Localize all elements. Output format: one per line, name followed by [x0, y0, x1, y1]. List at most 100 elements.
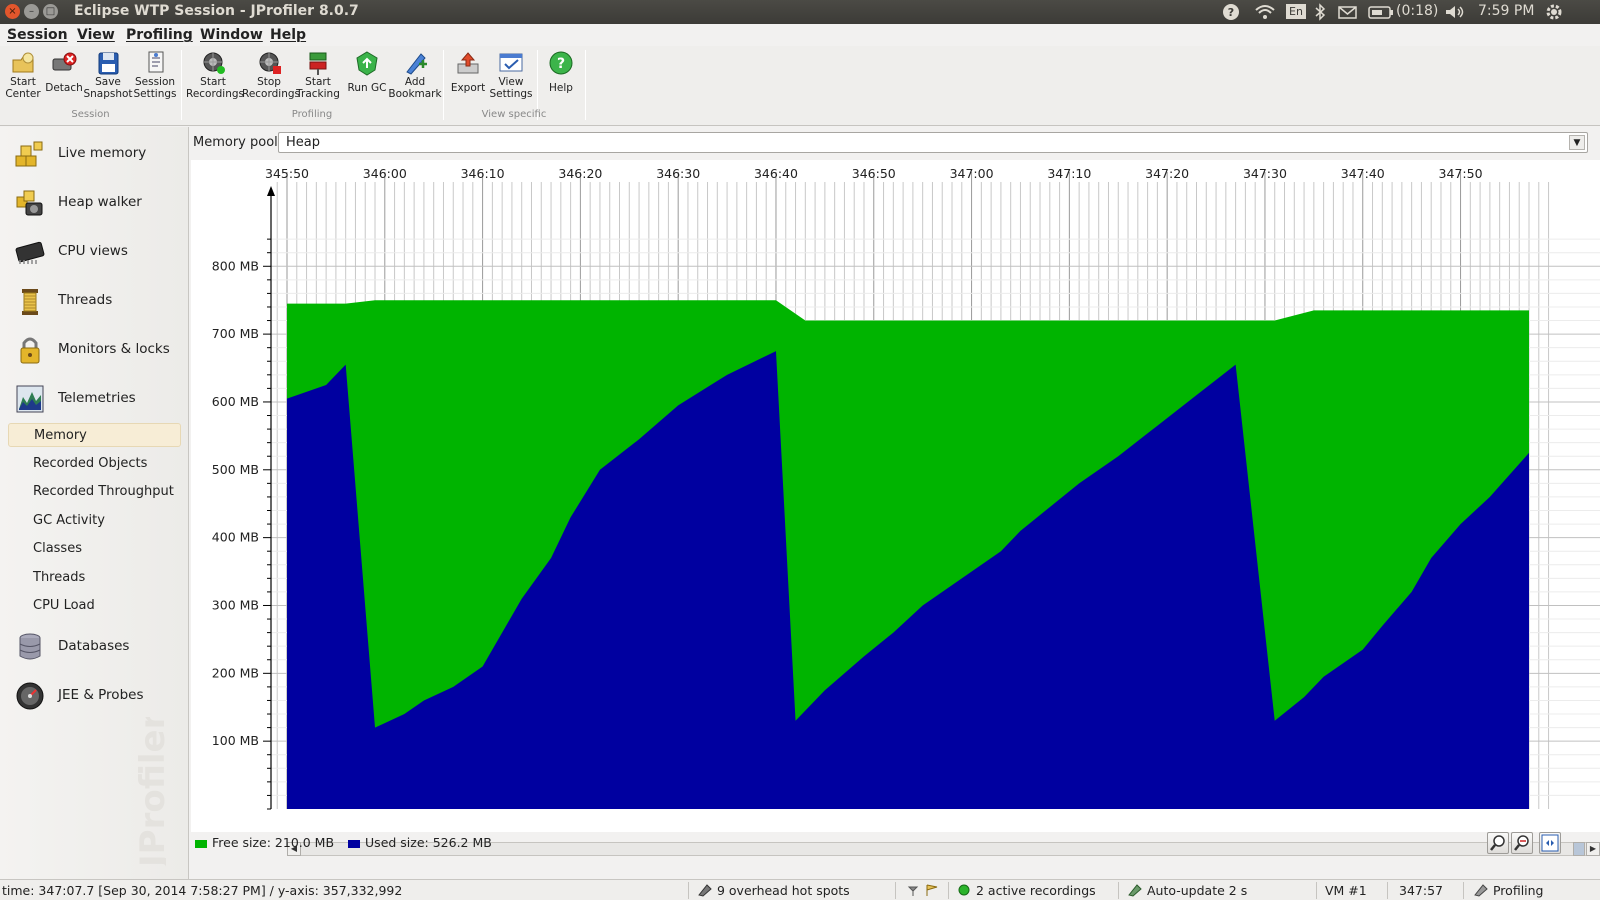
x-tick-label: 346:20	[558, 166, 602, 181]
jprofiler-watermark: JProfiler	[136, 717, 166, 869]
legend-used: Used size: 526.2 MB	[348, 835, 492, 850]
sidebar-item-threads[interactable]: Threads	[10, 279, 185, 323]
sidebar-item-telemetries[interactable]: Telemetries	[10, 377, 185, 421]
zoom-out-icon	[1514, 835, 1529, 851]
clock[interactable]: 7:59 PM	[1478, 3, 1534, 19]
auto-update-status[interactable]: Auto-update 2 s	[1127, 883, 1247, 898]
sidebar-item-recorded-objects[interactable]: Recorded Objects	[8, 452, 181, 476]
svg-text:?: ?	[1228, 6, 1234, 19]
menu-profiling[interactable]: Profiling	[126, 27, 193, 43]
x-tick-label: 347:10	[1047, 166, 1091, 181]
zoom-in-icon	[1490, 835, 1505, 851]
save-snapshot-button[interactable]: Save Snapshot	[81, 48, 135, 108]
status-separator	[1118, 882, 1119, 899]
x-tick-label: 347:20	[1145, 166, 1189, 181]
stop-recordings-button[interactable]: Stop Recordings	[242, 48, 300, 108]
start-tracking-button[interactable]: Start Tracking	[291, 48, 345, 108]
toolbar-group-view-specific: View specific	[481, 109, 547, 120]
keyboard-language-indicator[interactable]: En	[1286, 4, 1306, 19]
maximize-window-button[interactable]: □	[43, 4, 58, 19]
help-button[interactable]: ? Help	[534, 48, 588, 108]
mail-icon[interactable]	[1338, 3, 1358, 25]
sidebar-item-live-memory[interactable]: Live memory	[10, 132, 185, 176]
zoom-out-button[interactable]	[1511, 832, 1533, 854]
start-recordings-button[interactable]: Start Recordings	[186, 48, 244, 108]
legend-free: Free size: 210.0 MB	[195, 835, 334, 850]
close-window-button[interactable]: ×	[5, 4, 20, 19]
battery-icon[interactable]	[1368, 3, 1394, 25]
help-tray-icon[interactable]: ?	[1222, 3, 1240, 25]
minimize-window-button[interactable]: –	[24, 4, 39, 19]
zoom-in-button[interactable]	[1487, 832, 1509, 854]
status-separator	[1387, 882, 1388, 899]
vm-status: VM #1	[1325, 883, 1367, 898]
bookmarks-status-icons[interactable]	[905, 883, 941, 900]
memory-pool-select[interactable]: Heap ▼	[278, 132, 1588, 153]
session-settings-button[interactable]: Session Settings	[128, 48, 182, 108]
add-bookmark-icon	[406, 53, 427, 75]
battery-time: (0:18)	[1396, 3, 1439, 19]
databases-icon	[19, 633, 41, 660]
add-bookmark-button[interactable]: Add Bookmark	[388, 48, 442, 108]
status-separator	[1316, 882, 1317, 899]
run-gc-icon	[356, 51, 378, 76]
scroll-right-button[interactable]: ▶	[1586, 842, 1600, 856]
volume-icon[interactable]	[1444, 3, 1466, 25]
title-bar: × – □ Eclipse WTP Session - JProfiler 8.…	[0, 0, 1600, 24]
sidebar-item-cpu-views[interactable]: CPU views	[10, 230, 185, 274]
fit-to-window-button[interactable]	[1539, 832, 1561, 854]
run-gc-button[interactable]: Run GC	[340, 48, 394, 108]
cpu-views-icon	[15, 241, 45, 264]
system-settings-gear-icon[interactable]	[1544, 3, 1564, 25]
menu-window[interactable]: Window	[200, 27, 263, 43]
fit-to-window-icon	[1541, 834, 1559, 852]
sidebar-item-classes[interactable]: Classes	[8, 537, 181, 561]
overhead-hotspots-status[interactable]: 9 overhead hot spots	[697, 883, 850, 898]
sidebar-item-heap-walker[interactable]: Heap walker	[10, 181, 185, 225]
view-settings-icon	[499, 53, 523, 72]
menu-session[interactable]: Session	[7, 27, 68, 43]
wifi-icon[interactable]	[1254, 3, 1276, 25]
start-center-icon	[12, 52, 34, 73]
y-tick-label: 400 MB	[212, 530, 259, 545]
toolbar-separator	[585, 50, 586, 120]
legend-used-swatch	[348, 839, 361, 848]
sidebar-item-recorded-throughput[interactable]: Recorded Throughput	[8, 480, 181, 504]
status-separator	[895, 882, 896, 899]
menu-view[interactable]: View	[77, 27, 115, 43]
chart-areas	[287, 300, 1529, 809]
save-snapshot-icon	[98, 52, 119, 75]
recording-indicator-icon	[958, 884, 970, 896]
stop-recordings-icon	[259, 52, 281, 74]
toolbar: Start Center Detach Save Snapshot Sessio…	[0, 46, 1600, 126]
sidebar-item-monitors-locks[interactable]: Monitors & locks	[10, 328, 185, 372]
sidebar-item-cpu-load[interactable]: CPU Load	[8, 594, 181, 618]
svg-text:?: ?	[557, 56, 565, 72]
sidebar-item-jee-probes[interactable]: JEE & Probes	[10, 674, 185, 718]
sidebar-item-memory[interactable]: Memory	[8, 423, 181, 447]
heap-walker-icon	[16, 190, 43, 216]
menu-help[interactable]: Help	[270, 27, 306, 43]
profiling-mode-status[interactable]: Profiling	[1473, 883, 1544, 898]
chart-legend: Free size: 210.0 MB Used size: 526.2 MB	[195, 835, 502, 850]
y-tick-label: 700 MB	[212, 326, 259, 341]
scroll-thumb[interactable]	[1573, 842, 1585, 856]
view-settings-button[interactable]: View Settings	[484, 48, 538, 108]
memory-chart[interactable]: 345:50 346:00 346:10 346:20 346:30 346:40 346:…	[191, 160, 1600, 856]
monitors-locks-icon	[20, 337, 40, 364]
y-tick-label: 100 MB	[212, 733, 259, 748]
sidebar-item-databases[interactable]: Databases	[10, 625, 185, 669]
detach-icon	[52, 52, 77, 71]
chevron-down-icon[interactable]: ▼	[1569, 135, 1585, 150]
active-recordings-status[interactable]: 2 active recordings	[958, 883, 1096, 898]
memory-pool-label: Memory pool:	[193, 135, 283, 150]
bluetooth-icon[interactable]	[1314, 3, 1326, 25]
sidebar-item-threads-telemetry[interactable]: Threads	[8, 566, 181, 590]
threads-icon	[22, 289, 38, 315]
sidebar-item-gc-activity[interactable]: GC Activity	[8, 509, 181, 533]
status-separator	[1463, 882, 1464, 899]
x-tick-label: 347:30	[1243, 166, 1287, 181]
profiling-mode-icon	[1474, 884, 1488, 897]
sidebar: Live memory Heap walker CPU views Thread…	[0, 127, 189, 879]
status-separator	[948, 882, 949, 899]
